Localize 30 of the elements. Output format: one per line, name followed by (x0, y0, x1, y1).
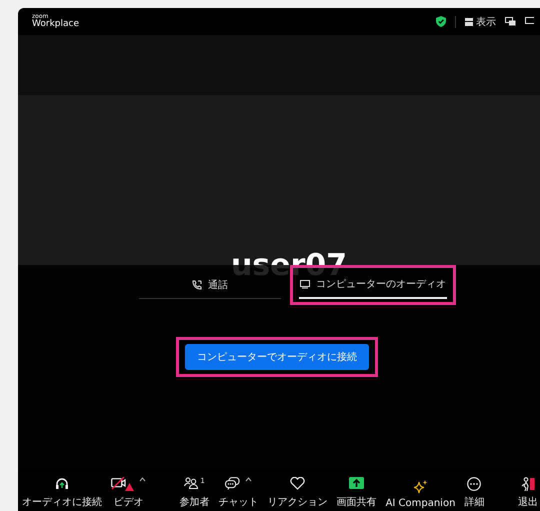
phone-icon (192, 280, 202, 290)
shield-icon (436, 16, 446, 27)
headphones-icon (55, 477, 69, 490)
video-off-control[interactable]: ビデオ (111, 477, 146, 509)
caret-icon[interactable] (139, 477, 146, 482)
chat-control[interactable]: チャット (218, 477, 259, 509)
leave-icon (520, 477, 535, 491)
more-control[interactable]: 詳細 (464, 477, 484, 509)
heart-control[interactable]: リアクション (268, 477, 328, 509)
audio-tab[interactable]: コンピューターのオーディオ (299, 271, 447, 299)
caret-icon[interactable] (245, 477, 252, 482)
window-icon[interactable] (525, 17, 534, 26)
heart-icon (290, 477, 306, 490)
connect-audio-button[interactable]: コンピューターでオーディオに接続 (185, 344, 369, 370)
sparkle-icon (412, 480, 428, 494)
leave-control[interactable]: 退出 (518, 477, 538, 509)
audio-tab[interactable]: 通話 (139, 271, 281, 299)
chat-icon (225, 477, 240, 490)
layout-icon (465, 18, 473, 26)
share-screen-icon (349, 477, 364, 489)
headphones-control[interactable]: オーディオに接続 (22, 477, 102, 509)
view-button[interactable]: 表示 (465, 14, 496, 28)
more-icon (467, 477, 482, 491)
logo-text: Workplace (32, 20, 80, 29)
camera-off-icon (111, 477, 126, 490)
people-icon (184, 477, 198, 489)
monitor-icon (300, 280, 310, 288)
share-control[interactable]: 画面共有 (336, 477, 377, 509)
sparkle-control[interactable]: AI Companion (386, 480, 456, 509)
window-icon[interactable] (505, 17, 516, 26)
